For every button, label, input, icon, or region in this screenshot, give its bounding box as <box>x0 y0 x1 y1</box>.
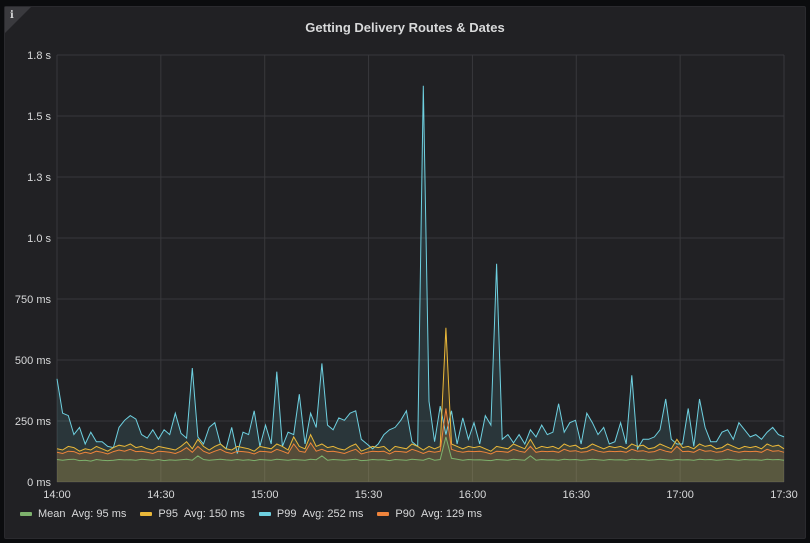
legend-swatch <box>377 512 390 516</box>
legend-swatch <box>20 512 32 516</box>
legend-avg-value: Avg: 95 ms <box>71 508 127 520</box>
x-tick-label: 15:00 <box>251 489 279 501</box>
legend-series-name: P95 <box>158 508 178 520</box>
y-tick-label: 0 ms <box>27 477 51 489</box>
legend-item-p99[interactable]: P99 Avg: 252 ms <box>258 508 364 520</box>
x-tick-label: 14:00 <box>43 489 71 501</box>
x-tick-label: 15:30 <box>355 489 383 501</box>
x-tick-label: 16:30 <box>563 489 591 501</box>
y-tick-label: 1.0 s <box>27 233 51 245</box>
legend-series-name: Mean <box>38 508 66 520</box>
legend-series-name: P99 <box>276 508 297 520</box>
legend-series-name: P90 <box>395 508 415 520</box>
legend-item-p90[interactable]: P90 Avg: 129 ms <box>377 508 482 520</box>
x-tick-label: 16:00 <box>459 489 487 501</box>
legend: Mean Avg: 95 ms P95 Avg: 150 ms P99 Avg: 252 … <box>20 508 482 520</box>
x-tick-label: 14:30 <box>147 489 175 501</box>
legend-swatch <box>258 512 271 516</box>
y-tick-label: 1.3 s <box>27 172 51 184</box>
chart-area[interactable]: 0 ms 250 ms 500 ms 750 ms 1.0 s 1.3 s 1.5 s 1.8… <box>0 0 810 543</box>
legend-avg-value: Avg: 150 ms <box>183 508 245 520</box>
y-tick-label: 500 ms <box>15 355 52 367</box>
x-tick-label: 17:00 <box>666 489 694 501</box>
y-tick-label: 1.5 s <box>27 111 51 123</box>
legend-swatch <box>140 512 153 516</box>
y-tick-label: 750 ms <box>15 294 52 306</box>
legend-avg-value: Avg: 252 ms <box>302 508 364 520</box>
y-tick-label: 250 ms <box>15 416 52 428</box>
y-tick-label: 1.8 s <box>27 50 51 62</box>
x-tick-label: 17:30 <box>770 489 798 501</box>
legend-item-mean[interactable]: Mean Avg: 95 ms <box>20 508 126 520</box>
legend-avg-value: Avg: 129 ms <box>421 508 482 520</box>
legend-item-p95[interactable]: P95 Avg: 150 ms <box>140 508 245 520</box>
